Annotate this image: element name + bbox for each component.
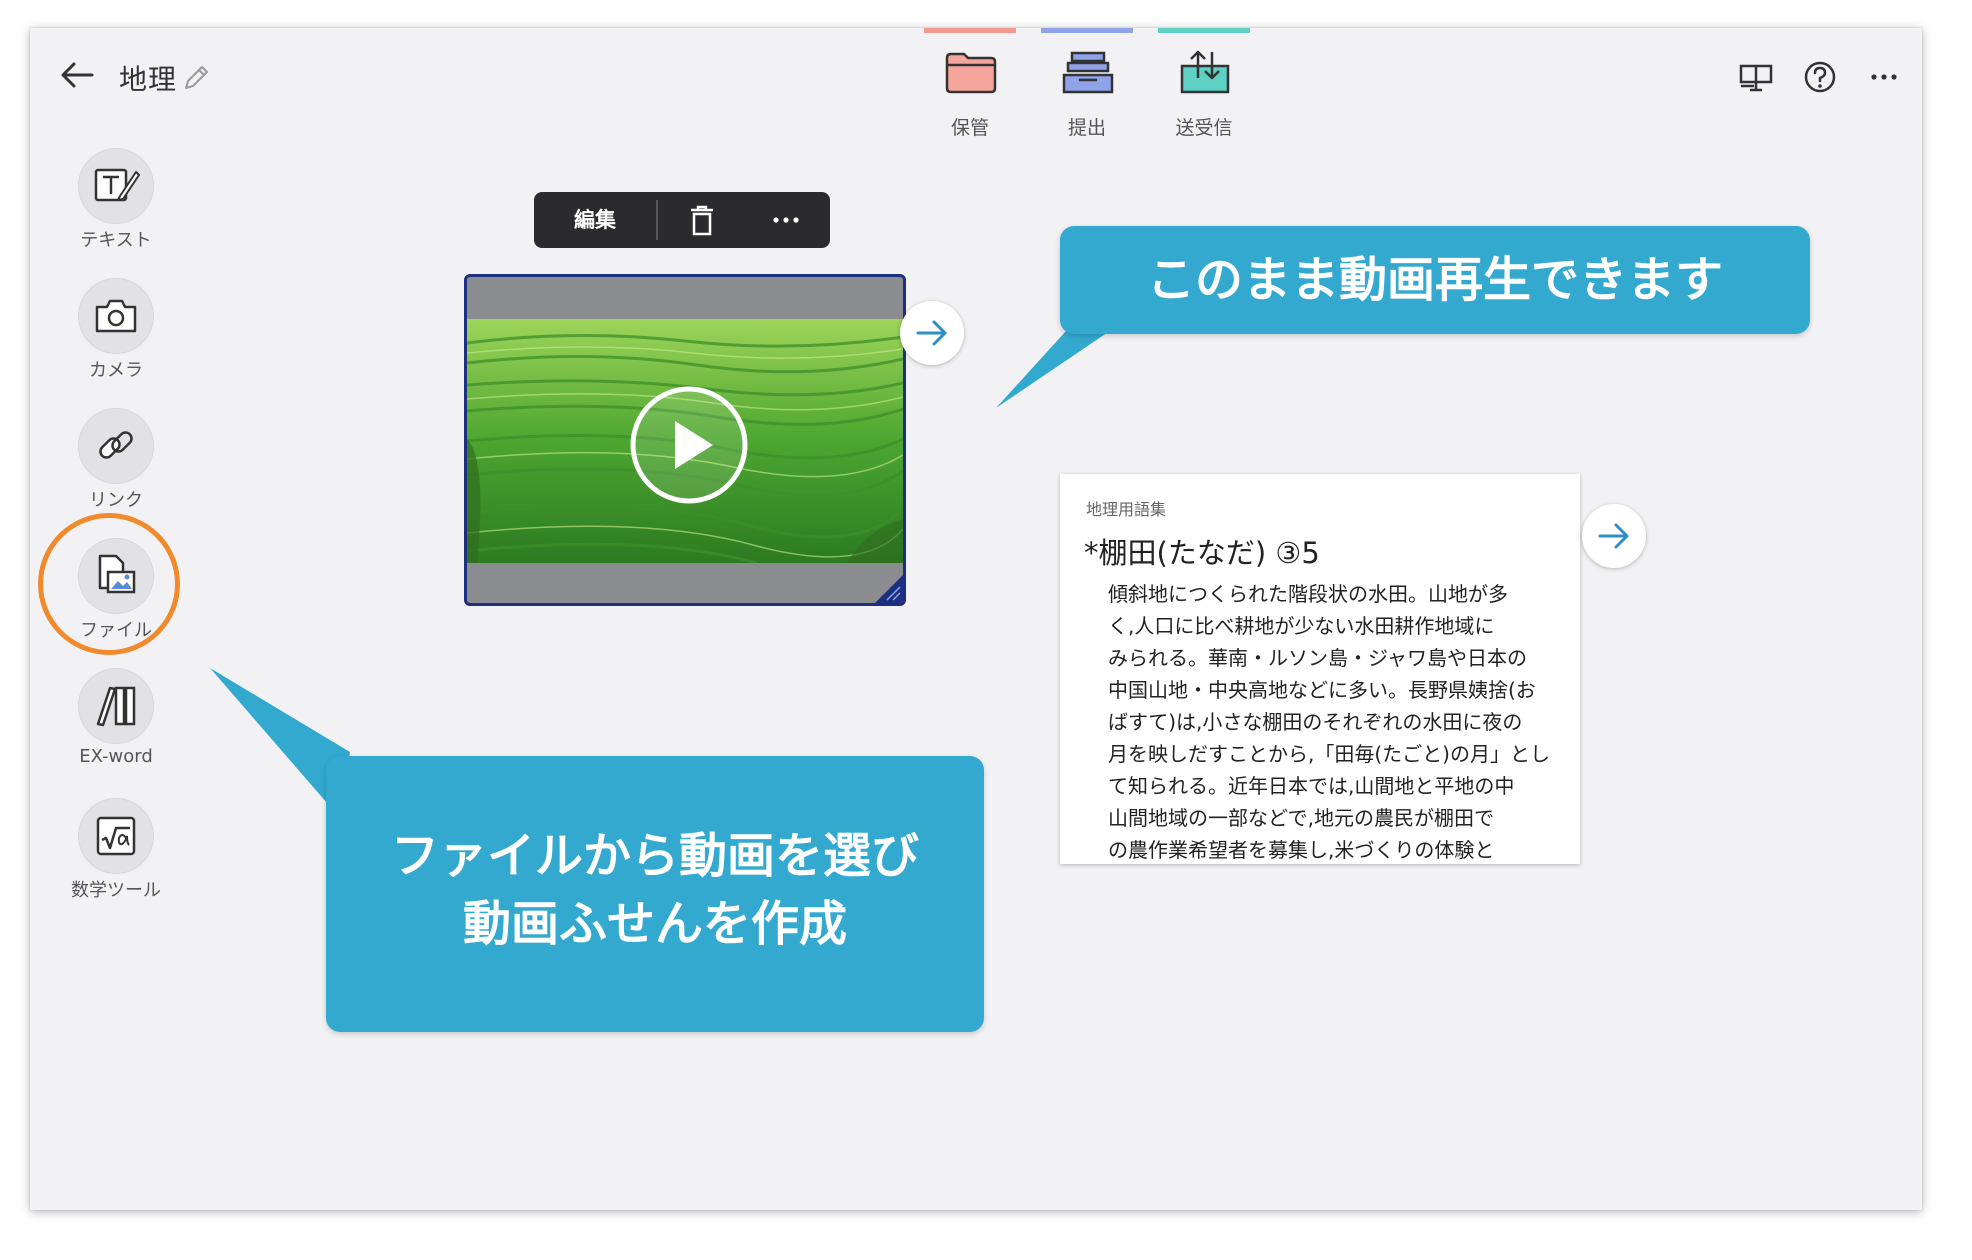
nav-accent-bar [1041,28,1133,33]
resize-handle-icon[interactable] [871,571,903,603]
tool-label: 数学ツール [71,880,161,901]
tool-label: リンク [89,490,143,511]
play-icon[interactable] [627,383,751,507]
callout-text-line: ファイルから動画を選び [390,828,919,884]
text-tool-icon [94,168,140,202]
note-body: 傾斜地につくられた階段状の水田。山地が多 く,人口に比べ耕地が少ない水田耕作地域… [1108,578,1558,864]
nav-label: 送受信 [1175,117,1233,139]
link-icon [99,431,133,459]
note-heading: *棚田(たなだ) ③5 [1084,536,1320,570]
nav-transfer[interactable]: 送受信 [1144,28,1264,148]
tool-camera[interactable]: カメラ [56,278,176,388]
tool-link[interactable]: リンク [56,408,176,518]
note-line: て知られる。近年日本では,山間地と平地の中 [1108,774,1515,798]
callout-text-line: 動画ふせんを作成 [462,896,847,952]
note-line: 山間地域の一部などで,地元の農民が棚田で [1108,806,1494,830]
text-sticky-note[interactable]: 地理用語集 *棚田(たなだ) ③5 傾斜地につくられた階段状の水田。山地が多 く… [1060,474,1580,864]
math-tool-icon [96,816,136,856]
toolbar-divider [656,200,658,240]
callout-text: このまま動画再生できます [1146,252,1723,308]
tray-icon [1062,51,1114,94]
edit-button[interactable]: 編集 [534,192,656,248]
note-line: ばすて)は,小さな棚田のそれぞれの水田に夜の [1108,710,1523,734]
nav-accent-bar [924,28,1016,33]
nav-label: 保管 [950,117,989,139]
note-line: の農作業希望者を募集し,米づくりの体験と [1108,838,1495,862]
note-line: 傾斜地につくられた階段状の水田。山地が多 [1108,582,1508,606]
back-arrow-icon[interactable] [52,50,102,100]
arrow-right-icon [1598,523,1629,549]
callout-play-video: このまま動画再生できます [1060,226,1810,334]
arrow-right-icon [916,320,947,346]
transfer-icon [1180,50,1230,94]
board-view-icon[interactable] [1734,55,1778,99]
ex-word-icon [96,686,136,727]
camera-icon [95,299,137,333]
folder-icon [945,52,997,94]
more-icon[interactable] [1862,55,1906,99]
card-toolbar: 編集 [534,192,830,248]
text-link-arrow[interactable] [1582,504,1646,568]
video-sticky-note[interactable] [464,274,906,606]
callout-create-video-note: ファイルから動画を選び 動画ふせんを作成 [326,756,984,1032]
page-title[interactable]: 地理 [119,58,177,98]
tool-text[interactable]: テキスト [56,148,176,258]
tool-label: カメラ [89,360,143,381]
nav-accent-bar [1158,28,1250,33]
note-caption: 地理用語集 [1086,500,1167,519]
file-tool-highlight [38,513,180,655]
nav-submit[interactable]: 提出 [1027,28,1147,148]
note-line: みられる。華南・ルソン島・ジャワ島や日本の [1108,646,1527,670]
tool-math[interactable]: 数学ツール [56,798,176,908]
trash-icon[interactable] [684,202,720,238]
tool-label: テキスト [80,230,152,251]
tool-ex-word[interactable]: EX-word [56,668,176,778]
video-link-arrow[interactable] [900,301,964,365]
pencil-icon[interactable] [180,62,212,94]
nav-label: 提出 [1067,117,1106,139]
more-icon[interactable] [766,210,806,230]
nav-storage[interactable]: 保管 [910,28,1030,148]
note-line: 中国山地・中央高地などに多い。長野県姨捨(お [1108,678,1536,702]
app-window: 地理 保管 提出 送受信 テキスト カメラ リンク ファイル EX-word 数… [30,28,1922,1210]
tool-label: EX-word [79,746,153,767]
help-icon[interactable] [1798,55,1842,99]
note-line: 月を映しだすことから,「田毎(たごと)の月」とし [1108,742,1550,766]
note-line: く,人口に比べ耕地が少ない水田耕作地域に [1108,614,1495,638]
